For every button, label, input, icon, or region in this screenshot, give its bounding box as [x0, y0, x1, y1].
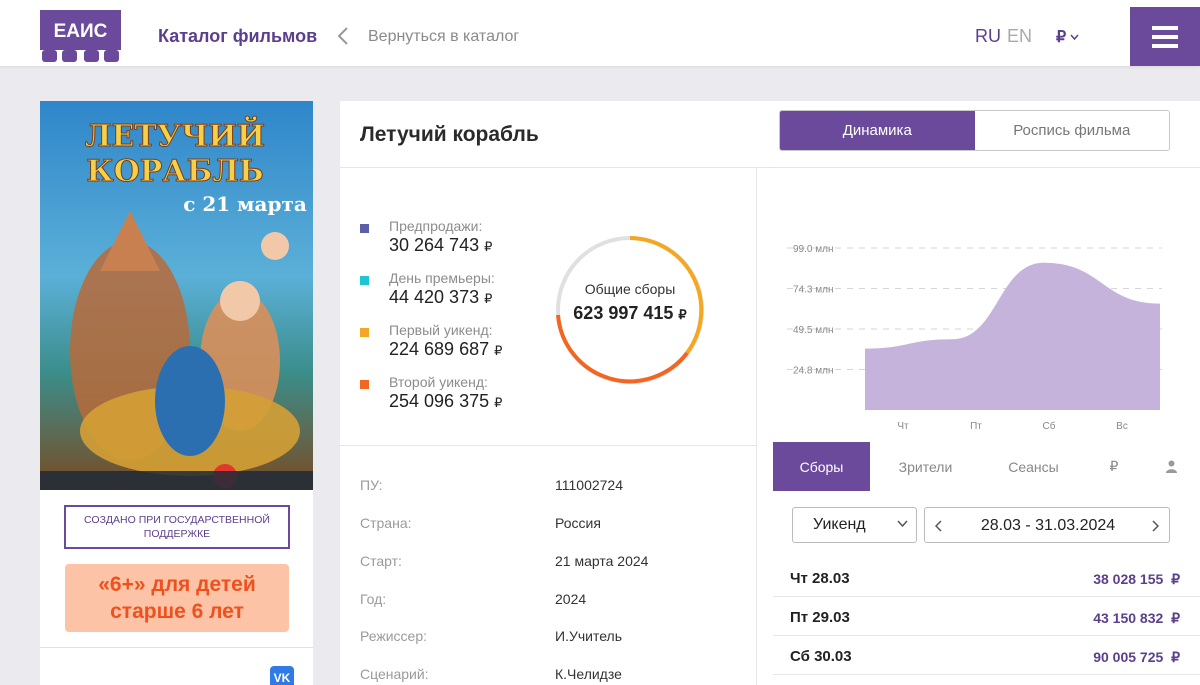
- total-gross-label: Общие сборы: [584, 281, 676, 297]
- person-icon: [1165, 460, 1177, 473]
- catalog-link[interactable]: Каталог фильмов: [158, 26, 317, 47]
- info-key: Страна:: [360, 515, 412, 531]
- day-amount: 90 005 725 ₽: [1093, 649, 1180, 665]
- film-poster[interactable]: ЛЕТУЧИЙ КОРАБЛЬ с 21 марта: [40, 101, 313, 490]
- stat-value: 30 264 743 ₽: [389, 235, 493, 255]
- legend-marker: [360, 224, 369, 233]
- date-range-picker: 28.03 - 31.03.2024: [924, 507, 1170, 543]
- svg-text:КОРАБЛЬ: КОРАБЛЬ: [86, 154, 263, 189]
- legend-marker: [360, 328, 369, 337]
- info-key: Режиссер:: [360, 628, 427, 644]
- tab-film-schedule[interactable]: Роспись фильма: [974, 111, 1169, 150]
- currency-label: ₽: [1056, 29, 1067, 46]
- chevron-down-icon: [897, 520, 908, 527]
- period-select-value: Уикенд: [813, 516, 866, 533]
- stat-label: День премьеры:: [389, 270, 495, 286]
- lang-en-button[interactable]: EN: [1007, 26, 1032, 47]
- menu-button[interactable]: [1130, 7, 1200, 66]
- hamburger-icon: [1152, 25, 1178, 48]
- left-info-card: СОЗДАНО ПРИ ГОСУДАРСТВЕННОЙ ПОДДЕРЖКЕ «6…: [40, 490, 313, 685]
- period-select[interactable]: Уикенд: [792, 507, 917, 543]
- vk-share-icon[interactable]: VK: [270, 666, 294, 685]
- day-amount: 43 150 832 ₽: [1093, 610, 1180, 626]
- header: ЕАИС Каталог фильмов Вернуться в каталог…: [0, 0, 1200, 66]
- y-tick-label: 99.0 млн: [793, 244, 833, 255]
- info-key: Год:: [360, 591, 387, 607]
- legend-marker: [360, 380, 369, 389]
- stats-tabs: Сборы Зрители Сеансы ₽: [773, 442, 1200, 491]
- svg-text:с 21 марта: с 21 марта: [183, 192, 307, 216]
- info-key: ПУ:: [360, 477, 383, 493]
- stat-value: 44 420 373 ₽: [389, 287, 493, 307]
- info-value: К.Челидзе: [555, 666, 622, 682]
- legend-marker: [360, 276, 369, 285]
- lang-ru-button[interactable]: RU: [975, 26, 1001, 47]
- currency-select[interactable]: ₽: [1056, 27, 1079, 47]
- age-rating-badge: «6+» для детей старше 6 лет: [65, 564, 289, 632]
- daily-gross-row: Пт 29.03 43 150 832 ₽: [773, 598, 1200, 636]
- x-tick-label: Пт: [970, 421, 982, 432]
- view-tabs: Динамика Роспись фильма: [779, 110, 1170, 151]
- gross-area-series: [865, 262, 1160, 410]
- gross-dynamics-chart: 24.8 млн 49.5 млн 74.3 млн 99.0 млн Чт Пт Сб Вс: [787, 244, 1162, 432]
- info-key: Сценарий:: [360, 666, 429, 682]
- info-key: Старт:: [360, 553, 402, 569]
- tab-dynamics[interactable]: Динамика: [780, 111, 975, 150]
- daily-gross-row: Чт 28.03 38 028 155 ₽: [773, 559, 1200, 597]
- divider: [340, 445, 756, 446]
- info-value: 111002724: [555, 477, 623, 493]
- y-tick-label: 24.8 млн: [793, 366, 833, 377]
- stat-label: Первый уикенд:: [389, 322, 493, 338]
- info-value: И.Учитель: [555, 628, 622, 644]
- film-title: Летучий корабль: [360, 123, 539, 146]
- day-label: Сб 30.03: [790, 648, 852, 665]
- tab-viewers[interactable]: Зрители: [870, 442, 981, 491]
- divider: [40, 647, 313, 648]
- x-tick-label: Вс: [1116, 421, 1128, 432]
- info-value: 2024: [555, 591, 587, 607]
- stat-value: 254 096 375 ₽: [389, 391, 503, 411]
- info-value: Россия: [555, 515, 601, 531]
- logo-text: ЕАИС: [54, 21, 108, 42]
- daily-gross-row: Сб 30.03 90 005 725 ₽: [773, 637, 1200, 675]
- svg-text:ЛЕТУЧИЙ: ЛЕТУЧИЙ: [85, 116, 265, 154]
- tab-person[interactable]: [1142, 442, 1200, 491]
- x-tick-label: Чт: [897, 421, 909, 432]
- day-amount: 38 028 155 ₽: [1093, 571, 1180, 587]
- y-tick-label: 49.5 млн: [793, 325, 833, 336]
- total-gross-value: 623 997 415 ₽: [573, 303, 687, 323]
- tab-sessions[interactable]: Сеансы: [981, 442, 1086, 491]
- gov-support-badge: СОЗДАНО ПРИ ГОСУДАРСТВЕННОЙ ПОДДЕРЖКЕ: [64, 505, 290, 549]
- stat-label: Предпродажи:: [389, 218, 483, 234]
- chevron-right-icon[interactable]: [1151, 520, 1159, 532]
- x-tick-label: Сб: [1043, 420, 1056, 432]
- tab-currency[interactable]: ₽: [1086, 442, 1142, 491]
- chevron-left-icon[interactable]: [336, 26, 350, 46]
- stat-label: Второй уикенд:: [389, 374, 488, 390]
- eais-logo[interactable]: ЕАИС: [40, 10, 121, 62]
- y-tick-label: 74.3 млн: [793, 285, 833, 296]
- day-label: Чт 28.03: [790, 570, 850, 587]
- info-value: 21 марта 2024: [555, 553, 649, 569]
- tab-gross[interactable]: Сборы: [773, 442, 870, 491]
- back-to-catalog-link[interactable]: Вернуться в каталог: [368, 28, 519, 46]
- film-card: Летучий корабль Динамика Роспись фильма …: [340, 101, 1200, 685]
- chevron-down-icon: [1070, 34, 1079, 40]
- stat-value: 224 689 687 ₽: [389, 339, 503, 359]
- date-range-value: 28.03 - 31.03.2024: [980, 517, 1116, 534]
- day-label: Пт 29.03: [790, 609, 850, 626]
